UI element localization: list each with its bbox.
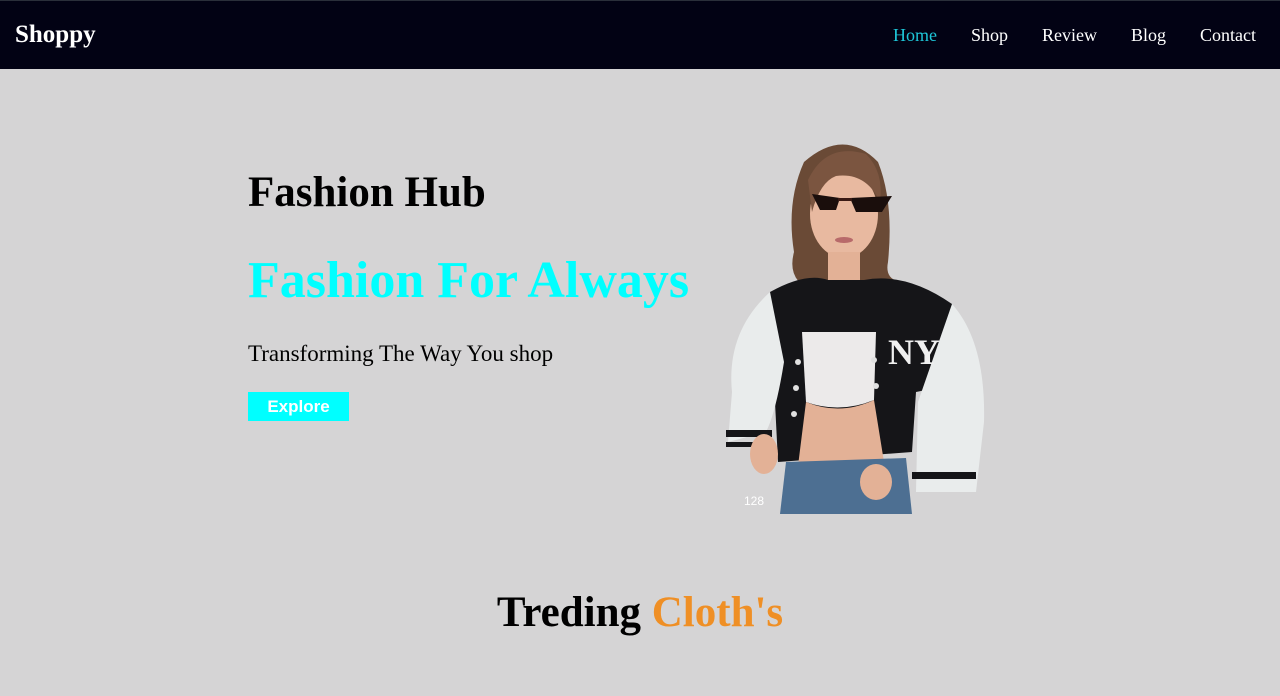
nav-item-home[interactable]: Home: [893, 25, 937, 46]
section-title-part1: Treding: [496, 589, 641, 636]
hero-subtitle: Transforming The Way You shop: [248, 341, 554, 366]
brand-logo[interactable]: Shoppy: [15, 21, 96, 49]
nav-item-contact[interactable]: Contact: [1200, 25, 1256, 46]
svg-text:NY: NY: [888, 332, 940, 372]
trending-section-title: Treding Cloth's: [0, 588, 1280, 637]
top-navbar: Shoppy Home Shop Review Blog Contact: [0, 0, 1280, 69]
nav-item-shop[interactable]: Shop: [971, 25, 1008, 46]
section-title-part2: Cloth's: [651, 589, 784, 636]
nav-item-review[interactable]: Review: [1042, 25, 1097, 46]
image-caption: 128: [744, 494, 765, 508]
nav-menu: Home Shop Review Blog Contact: [859, 25, 1256, 46]
hero-title: Fashion Hub: [248, 169, 486, 216]
hero-tagline: Fashion For Always: [248, 252, 690, 309]
nav-item-blog[interactable]: Blog: [1131, 25, 1166, 46]
hero-model-image: NY 128: [716, 132, 988, 514]
explore-button[interactable]: Explore: [248, 392, 349, 421]
model-illustration: NY: [726, 144, 985, 514]
